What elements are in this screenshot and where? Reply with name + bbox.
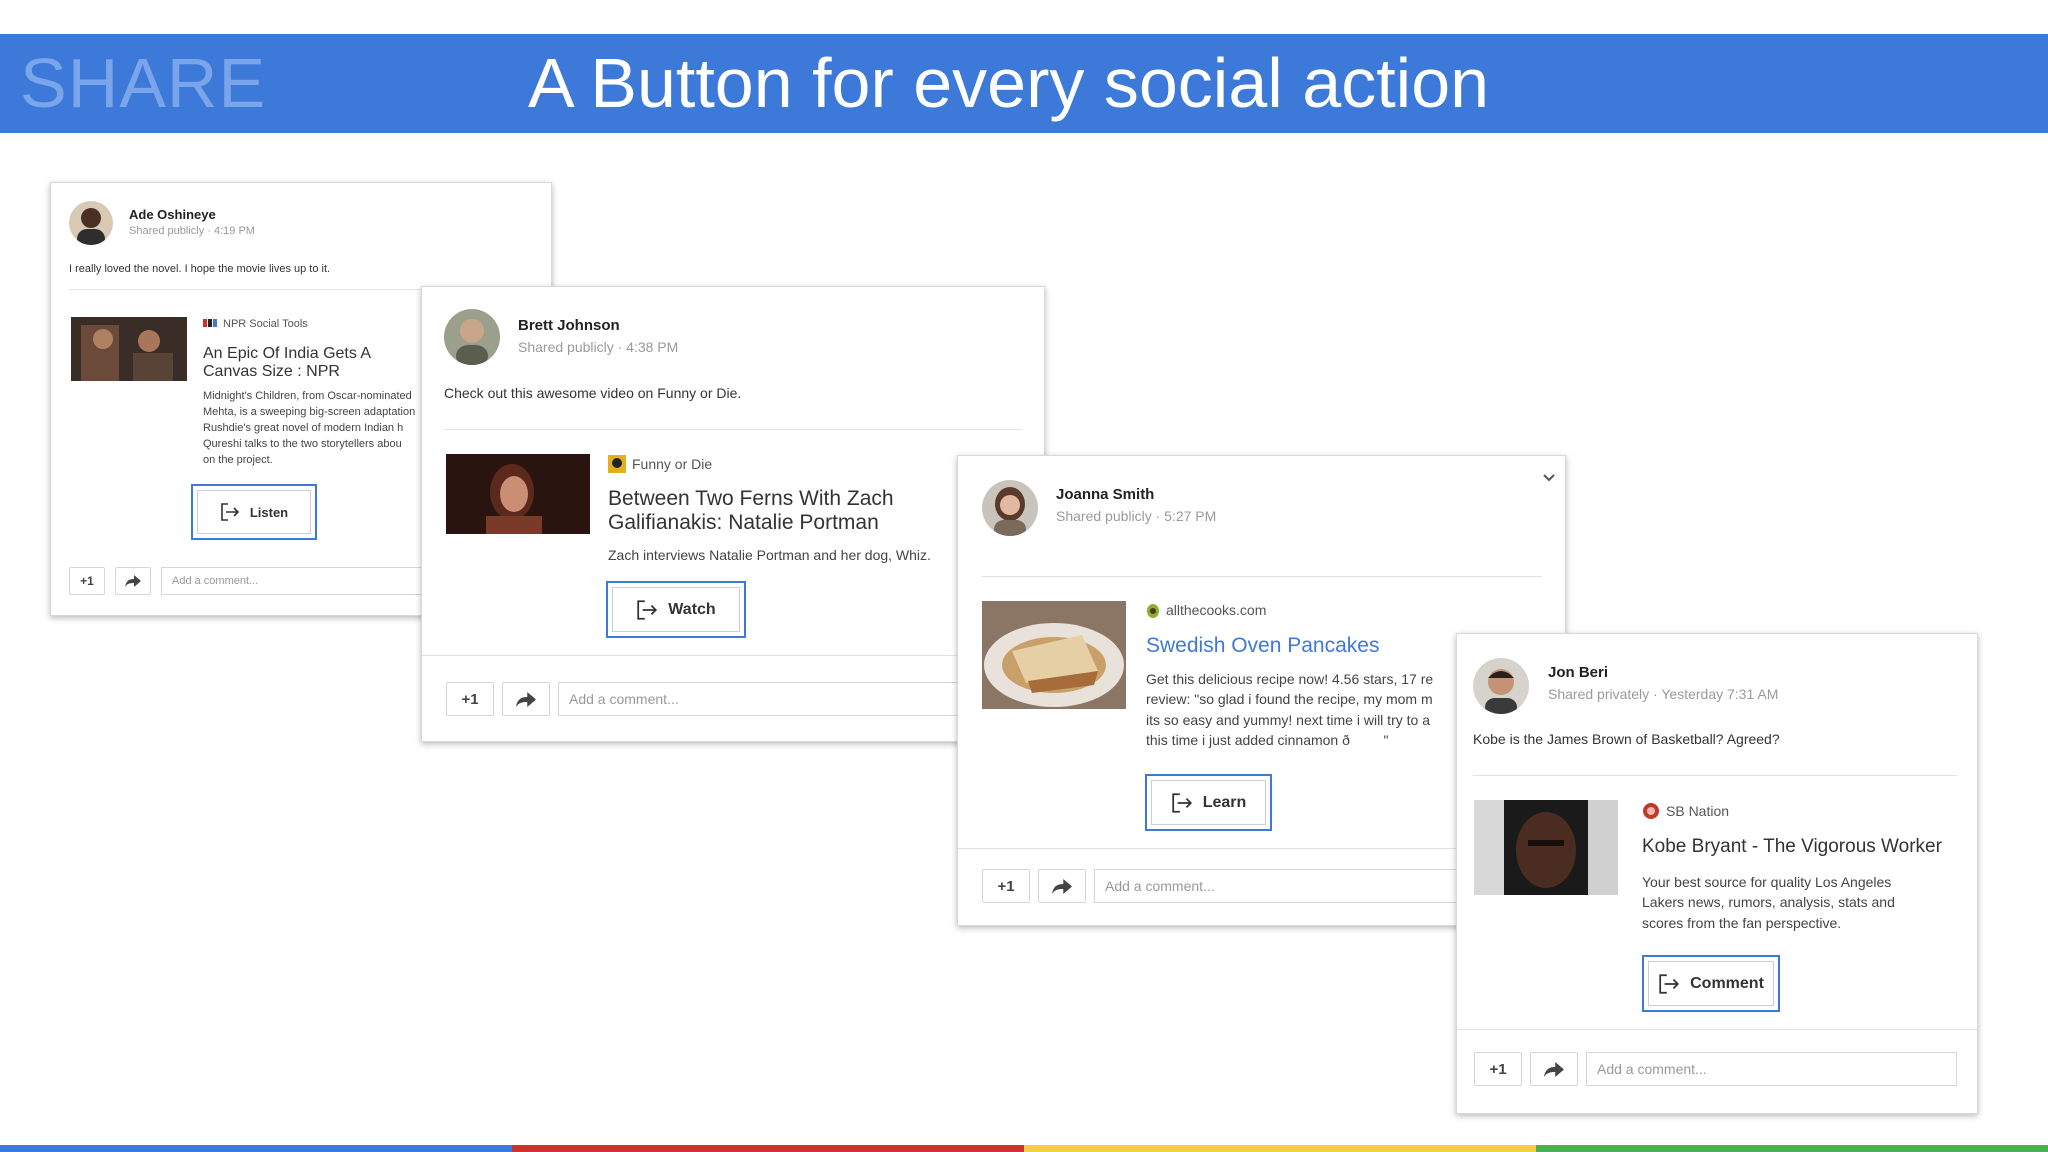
comment-input[interactable]: Add a comment... [558,682,1020,716]
bar-segment [1024,1145,1536,1152]
author-name[interactable]: Jon Beri [1548,664,1608,681]
attachment-title[interactable]: An Epic Of India Gets A Canvas Size : NP… [203,345,428,382]
bar-segment [0,1145,512,1152]
attachment-description: Midnight's Children, from Oscar-nominate… [203,390,416,466]
listen-button[interactable]: Listen [191,484,317,540]
attachment-thumbnail[interactable] [982,601,1126,709]
plus-one-button[interactable]: +1 [1474,1052,1522,1086]
avatar[interactable] [1473,658,1529,714]
attachment-description: Zach interviews Natalie Portman and her … [608,547,931,563]
attachment-thumbnail[interactable] [71,317,187,381]
attachment-title[interactable]: Swedish Oven Pancakes [1146,634,1506,658]
section-tag: SHARE [20,44,267,122]
author-name[interactable]: Joanna Smith [1056,486,1154,503]
avatar[interactable] [982,480,1038,536]
source-label: allthecooks.com [1146,602,1266,621]
post-meta: Shared publicly · 4:38 PM [518,339,679,355]
npr-icon [203,318,217,330]
post-card-jon: Jon Beri Shared privately · Yesterday 7:… [1456,633,1978,1114]
share-button[interactable] [1038,869,1086,903]
attachment-description: Get this delicious recipe now! 4.56 star… [1146,671,1434,748]
divider [1457,1029,1977,1030]
bottom-color-bar [0,1145,2048,1152]
post-text: Check out this awesome video on Funny or… [444,385,742,401]
plus-one-button[interactable]: +1 [69,567,105,595]
divider [982,576,1542,577]
allthecooks-icon [1146,602,1160,621]
plus-one-button[interactable]: +1 [446,682,494,716]
post-text: Kobe is the James Brown of Basketball? A… [1473,731,1780,747]
source-label: NPR Social Tools [203,318,308,330]
attachment-title[interactable]: Between Two Ferns With Zach Galifianakis… [608,487,968,535]
watch-button[interactable]: Watch [606,581,746,638]
avatar[interactable] [69,201,113,245]
source-label: Funny or Die [608,455,712,476]
action-icon [1659,973,1680,994]
share-button[interactable] [1530,1052,1578,1086]
post-meta: Shared privately · Yesterday 7:31 AM [1548,686,1779,702]
plus-one-button[interactable]: +1 [982,869,1030,903]
chevron-down-icon[interactable] [1542,470,1556,488]
funny-or-die-icon [608,455,626,476]
share-icon [1544,1061,1564,1077]
share-button[interactable] [502,682,550,716]
post-meta: Shared publicly · 4:19 PM [129,225,255,237]
page-title: A Button for every social action [528,44,1490,122]
bar-segment [1536,1145,2048,1152]
header-banner: SHARE A Button for every social action [0,34,2048,133]
attachment-thumbnail[interactable] [446,454,590,534]
comment-input[interactable]: Add a comment... [1586,1052,1957,1086]
attachment-description: Your best source for quality Los Angeles… [1642,874,1895,931]
author-name[interactable]: Ade Oshineye [129,207,216,222]
share-icon [1052,878,1072,894]
divider [444,429,1022,430]
share-icon [125,575,141,587]
share-button[interactable] [115,567,151,595]
post-text: I really loved the novel. I hope the mov… [69,263,331,275]
divider [1473,775,1957,776]
action-icon [1172,792,1192,813]
source-label: SB Nation [1642,802,1729,823]
author-name[interactable]: Brett Johnson [518,317,620,334]
bar-segment [512,1145,1024,1152]
avatar[interactable] [444,309,500,365]
sb-nation-icon [1642,802,1660,823]
comment-button[interactable]: Comment [1642,955,1780,1012]
learn-button[interactable]: Learn [1145,774,1272,831]
action-icon [221,503,239,521]
share-icon [516,691,536,707]
divider [422,655,1044,656]
post-meta: Shared publicly · 5:27 PM [1056,508,1217,524]
attachment-title[interactable]: Kobe Bryant - The Vigorous Worker [1642,836,1962,858]
attachment-thumbnail[interactable] [1474,800,1618,895]
post-card-brett: Brett Johnson Shared publicly · 4:38 PM … [421,286,1045,742]
action-icon [637,599,658,620]
